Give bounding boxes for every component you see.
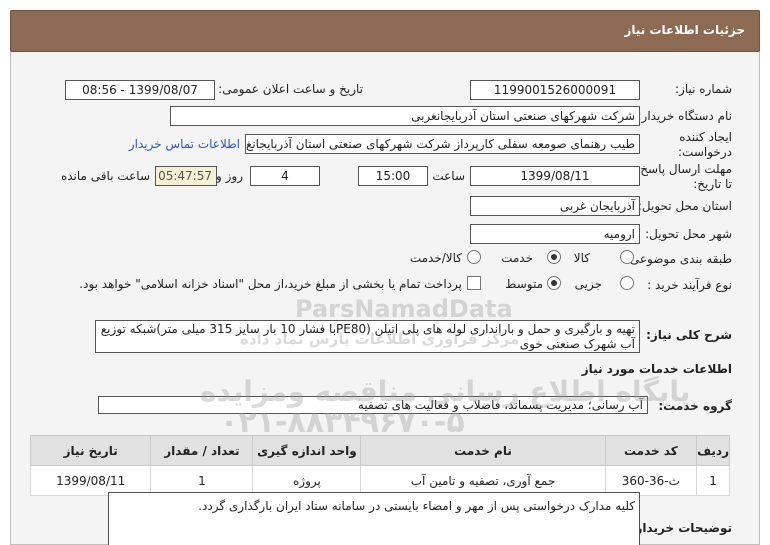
header-service-name: نام خدمت xyxy=(360,435,606,466)
header-unit: واحد اندازه گیری xyxy=(252,435,362,466)
purchase-radio-medium[interactable] xyxy=(547,276,561,290)
purchase-radio-minor[interactable] xyxy=(620,276,634,290)
summary-label: شرح کلی نیاز: xyxy=(646,328,732,342)
page-title: جزئیات اطلاعات نیاز xyxy=(624,23,745,37)
deadline-time-field: 15:00 xyxy=(358,166,428,186)
need-number-field: 1199001526000091 xyxy=(470,80,640,100)
category-radio-goods[interactable] xyxy=(620,250,634,264)
purchase-option-minor: جزیی xyxy=(574,277,602,291)
contact-info-link[interactable]: اطلاعات تماس خریدار xyxy=(129,137,240,151)
remaining-time-field: 05:47:57 xyxy=(155,166,217,186)
deadline-label-1: مهلت ارسال پاسخ: xyxy=(636,162,732,176)
deadline-time-label: ساعت xyxy=(432,169,465,183)
province-field: آذربایجان غربی xyxy=(470,196,640,216)
purchase-option-medium: متوسط xyxy=(505,277,543,291)
watermark-phone: ۰۲۱-۸۸۳۴۹۶۷۰-۵ xyxy=(220,405,465,440)
days-field: 4 xyxy=(250,166,320,186)
category-option-service: خدمت xyxy=(501,251,533,265)
table-row: 1 ث-36-360 جمع آوری، تصفیه و تامین آب پر… xyxy=(29,465,730,496)
announce-label: تاریخ و ساعت اعلان عمومی: xyxy=(218,82,363,96)
deadline-date-field: 1399/08/11 xyxy=(470,166,640,186)
cell-service-code: ث-36-360 xyxy=(604,465,698,496)
cell-need-date: 1399/08/11 xyxy=(29,465,152,496)
days-label: روز و xyxy=(216,169,243,183)
remaining-label: ساعت باقی مانده xyxy=(60,169,150,183)
creator-field: طیب رهنمای صومعه سفلی کارپرداز شرکت شهرک… xyxy=(245,134,640,154)
services-heading: اطلاعات خدمات مورد نیاز xyxy=(581,362,732,376)
city-label: شهر محل تحویل: xyxy=(645,227,732,241)
cell-quantity: 1 xyxy=(150,465,254,496)
watermark-brand: ParsNamadData xyxy=(295,295,513,323)
cell-service-name: جمع آوری، تصفیه و تامین آب xyxy=(360,465,606,496)
province-label: استان محل تحویل: xyxy=(637,199,732,213)
cell-row-number: 1 xyxy=(696,465,730,496)
city-field: ارومیه xyxy=(470,224,640,244)
header-bar: جزئیات اطلاعات نیاز xyxy=(10,10,760,52)
buyer-field: شرکت شهرکهای صنعتی استان آذربایجانغربی xyxy=(170,106,640,126)
watermark-line-1: مرکز فراوری اطلاعات پارس نماد داده xyxy=(240,330,520,348)
buyer-notes-label: توضیحات خریدار: xyxy=(630,521,732,535)
buyer-label: نام دستگاه خریدار: xyxy=(637,109,733,123)
purchase-type-label: نوع فرآیند خرید : xyxy=(647,278,732,292)
header-need-date: تاریخ نیاز xyxy=(29,435,152,466)
category-option-goods: کالا xyxy=(573,251,590,265)
deadline-label-2: تا تاریخ: xyxy=(693,177,732,191)
category-option-goods-service: کالا/خدمت xyxy=(409,251,462,265)
table-header-row: ردیف کد خدمت نام خدمت واحد اندازه گیری ت… xyxy=(29,435,730,466)
creator-label-1: ایجاد کننده xyxy=(679,130,732,144)
treasury-checkbox[interactable] xyxy=(467,276,481,290)
category-label: طبقه بندی موضوعی: xyxy=(625,252,732,266)
header-quantity: تعداد / مقدار xyxy=(150,435,254,466)
payment-note: پرداخت تمام یا بخشی از مبلغ خرید،از محل … xyxy=(79,277,462,291)
cell-unit: پروژه xyxy=(252,465,362,496)
watermark-line-2: پایگاه اطلاع رسانی مناقصه ومزایده xyxy=(200,375,691,408)
creator-label-2: درخواست: xyxy=(678,145,732,159)
header-row-number: ردیف xyxy=(696,435,730,466)
category-radio-service[interactable] xyxy=(547,250,561,264)
need-number-label: شماره نیاز: xyxy=(675,82,732,96)
services-table: ردیف کد خدمت نام خدمت واحد اندازه گیری ت… xyxy=(29,435,730,496)
header-service-code: کد خدمت xyxy=(604,435,698,466)
buyer-notes-field: کلیه مدارک درخواستی پس از مهر و امضاء با… xyxy=(108,492,640,545)
category-radio-goods-service[interactable] xyxy=(467,250,481,264)
announce-field: 1399/08/07 - 08:56 xyxy=(65,80,215,100)
